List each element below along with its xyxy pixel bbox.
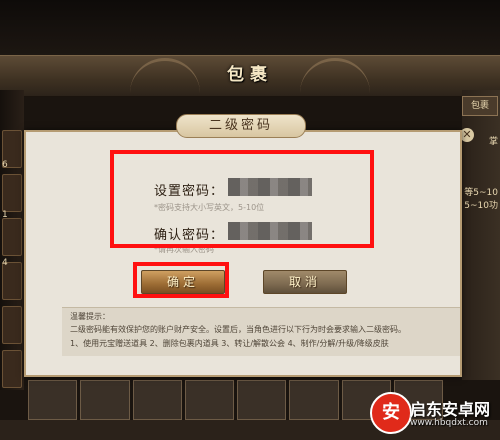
inventory-slot[interactable] — [132, 380, 182, 420]
inventory-slot[interactable] — [289, 380, 339, 420]
watermark-url: www.hbqdxt.com — [410, 418, 488, 428]
confirm-button-highlight — [133, 262, 229, 298]
left-slot[interactable] — [2, 218, 22, 256]
cancel-button[interactable]: 取消 — [263, 270, 347, 294]
inventory-slot[interactable] — [237, 380, 287, 420]
inventory-slot[interactable] — [80, 380, 130, 420]
tips-box: 温馨提示： 二级密码能有效保护您的账户财产安全。设置后，当角色进行以下行为时会要… — [62, 307, 460, 356]
slot-count: 4 — [2, 258, 8, 268]
tips-line: 1、使用元宝赠送道具 2、删除包裹内道具 3、转让/解散公会 4、制作/分解/升… — [70, 339, 389, 348]
right-panel-button[interactable]: 包裹 — [462, 96, 498, 116]
bag-title: 包裹 — [227, 65, 273, 85]
watermark-logo-icon: 安 — [370, 392, 412, 434]
tips-line: 二级密码能有效保护您的账户财产安全。设置后，当角色进行以下行为时会要求输入二级密… — [70, 325, 406, 334]
right-panel-text: 掌 — [488, 137, 498, 147]
inventory-slot[interactable] — [28, 380, 78, 420]
slot-count: 6 — [2, 160, 8, 170]
left-slot[interactable] — [2, 350, 22, 388]
tips-title: 温馨提示： — [70, 312, 110, 321]
close-icon[interactable]: ✕ — [460, 128, 474, 142]
slot-count: 1 — [2, 210, 8, 220]
inventory-slot[interactable] — [184, 380, 234, 420]
watermark-name: 启东安卓网 — [410, 400, 491, 419]
left-slot[interactable] — [2, 174, 22, 212]
right-panel-text: 5~10功 — [464, 201, 498, 211]
password-fields-highlight — [110, 150, 374, 248]
dialog-title: 二级密码 — [176, 114, 306, 138]
right-panel-text: 等5~10 — [464, 188, 498, 198]
left-slot[interactable] — [2, 306, 22, 344]
